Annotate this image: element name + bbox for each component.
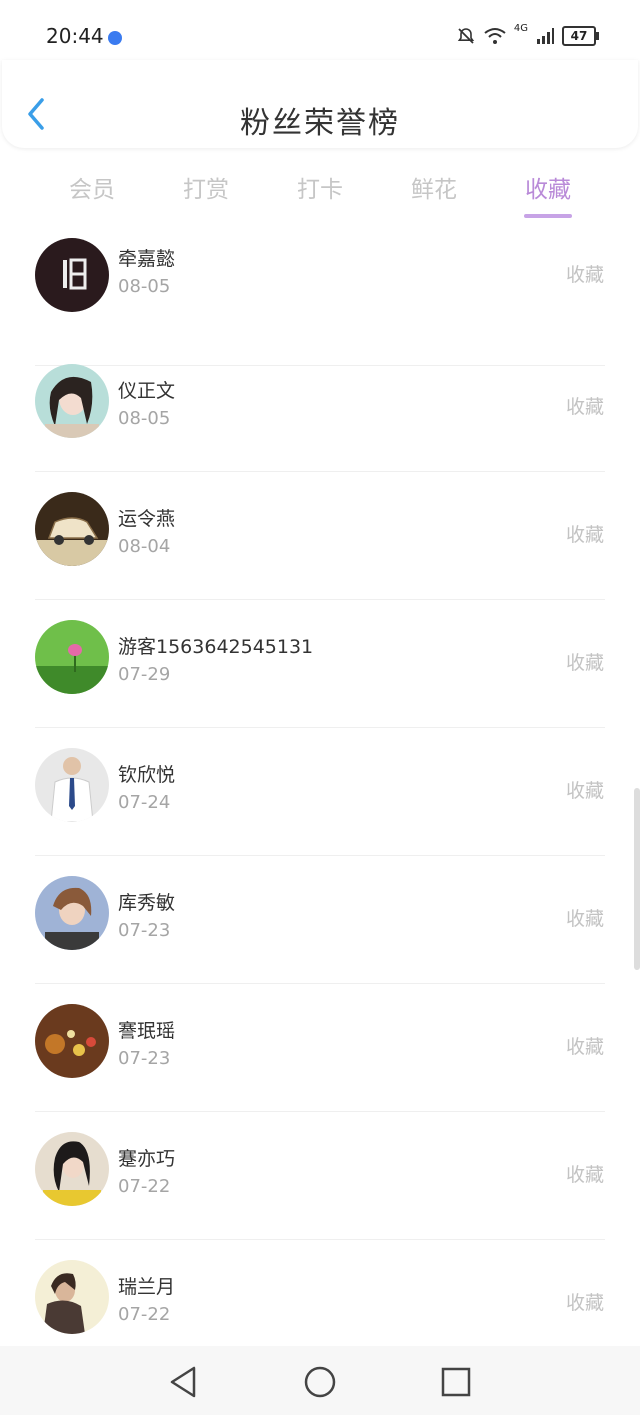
tab-checkin[interactable]: 打卡 [260, 170, 380, 204]
status-time: 20:44 [46, 24, 104, 48]
scrollbar[interactable] [634, 788, 640, 970]
page-title: 粉丝荣誉榜 [240, 106, 400, 141]
app-notification-icon [108, 31, 122, 45]
favorite-date: 07-22 [118, 1304, 171, 1325]
list-item[interactable]: 蹇亦巧 07-22 收藏 [0, 1112, 640, 1240]
list-item[interactable]: 游客1563642545131 07-29 收藏 [0, 600, 640, 728]
user-name: 游客1563642545131 [118, 636, 314, 658]
favorite-label: 收藏 [565, 780, 604, 802]
active-tab-indicator [524, 214, 572, 218]
tab-flowers[interactable]: 鲜花 [374, 170, 494, 204]
user-name: 库秀敏 [118, 892, 176, 914]
list-item[interactable]: 钦欣悦 07-24 收藏 [0, 728, 640, 856]
mute-bell-icon [457, 28, 475, 44]
triangle-back-icon [170, 1366, 196, 1398]
favorite-date: 07-29 [118, 664, 171, 685]
avatar [35, 1260, 109, 1334]
favorite-date: 08-05 [118, 408, 171, 429]
avatar [35, 1132, 109, 1206]
user-name: 仪正文 [118, 380, 176, 402]
user-name: 牵嘉懿 [118, 248, 176, 270]
nav-back-button[interactable] [166, 1364, 202, 1400]
network-type-label: 4G [513, 22, 528, 34]
tab-favorites-label: 收藏 [525, 177, 571, 203]
favorite-date: 08-05 [118, 276, 171, 297]
list-item[interactable]: 库秀敏 07-23 收藏 [0, 856, 640, 984]
status-icons: 4G 47 [456, 22, 599, 46]
user-name: 蹇亦巧 [118, 1148, 176, 1170]
signal-icon [537, 28, 554, 44]
wifi-icon [484, 28, 506, 44]
avatar [35, 620, 109, 694]
tab-members[interactable]: 会员 [32, 170, 152, 204]
avatar [35, 876, 109, 950]
list-item[interactable]: 仪正文 08-05 收藏 [0, 344, 640, 472]
list-item[interactable]: 运令燕 08-04 收藏 [0, 472, 640, 600]
favorite-label: 收藏 [565, 908, 604, 930]
tab-favorites[interactable]: 收藏 [488, 170, 608, 218]
avatar [35, 238, 109, 312]
nav-recents-button[interactable] [438, 1364, 474, 1400]
favorite-date: 08-04 [118, 536, 171, 557]
avatar [35, 1004, 109, 1078]
favorite-label: 收藏 [565, 264, 604, 286]
nav-home-button[interactable] [302, 1364, 338, 1400]
favorite-date: 07-23 [118, 1048, 171, 1069]
app-header: 粉丝荣誉榜 [2, 60, 638, 148]
favorite-date: 07-22 [118, 1176, 171, 1197]
tab-rewards[interactable]: 打赏 [146, 170, 266, 204]
user-name: 謇珉瑶 [118, 1020, 176, 1042]
user-name: 运令燕 [118, 508, 176, 530]
tab-bar: 会员 打赏 打卡 鲜花 收藏 [0, 160, 640, 220]
avatar [35, 748, 109, 822]
favorite-label: 收藏 [565, 396, 604, 418]
favorite-label: 收藏 [565, 652, 604, 674]
favorite-label: 收藏 [565, 1164, 604, 1186]
favorite-date: 07-24 [118, 792, 171, 813]
system-nav-bar [0, 1346, 640, 1415]
list-item[interactable]: 謇珉瑶 07-23 收藏 [0, 984, 640, 1112]
favorite-date: 07-23 [118, 920, 171, 941]
user-name: 钦欣悦 [118, 764, 176, 786]
avatar [35, 364, 109, 438]
user-name: 瑞兰月 [118, 1276, 176, 1298]
square-recents-icon [441, 1367, 471, 1397]
fan-list: 牵嘉懿 08-05 收藏 仪正文 08-05 收藏 运令燕 08-04 收藏 游… [0, 238, 640, 1343]
battery-icon: 47 [562, 26, 599, 46]
favorite-label: 收藏 [565, 524, 604, 546]
favorite-label: 收藏 [565, 1036, 604, 1058]
favorite-label: 收藏 [565, 1292, 604, 1314]
avatar [35, 492, 109, 566]
list-item[interactable]: 瑞兰月 07-22 收藏 [0, 1240, 640, 1343]
circle-home-icon [304, 1366, 336, 1398]
